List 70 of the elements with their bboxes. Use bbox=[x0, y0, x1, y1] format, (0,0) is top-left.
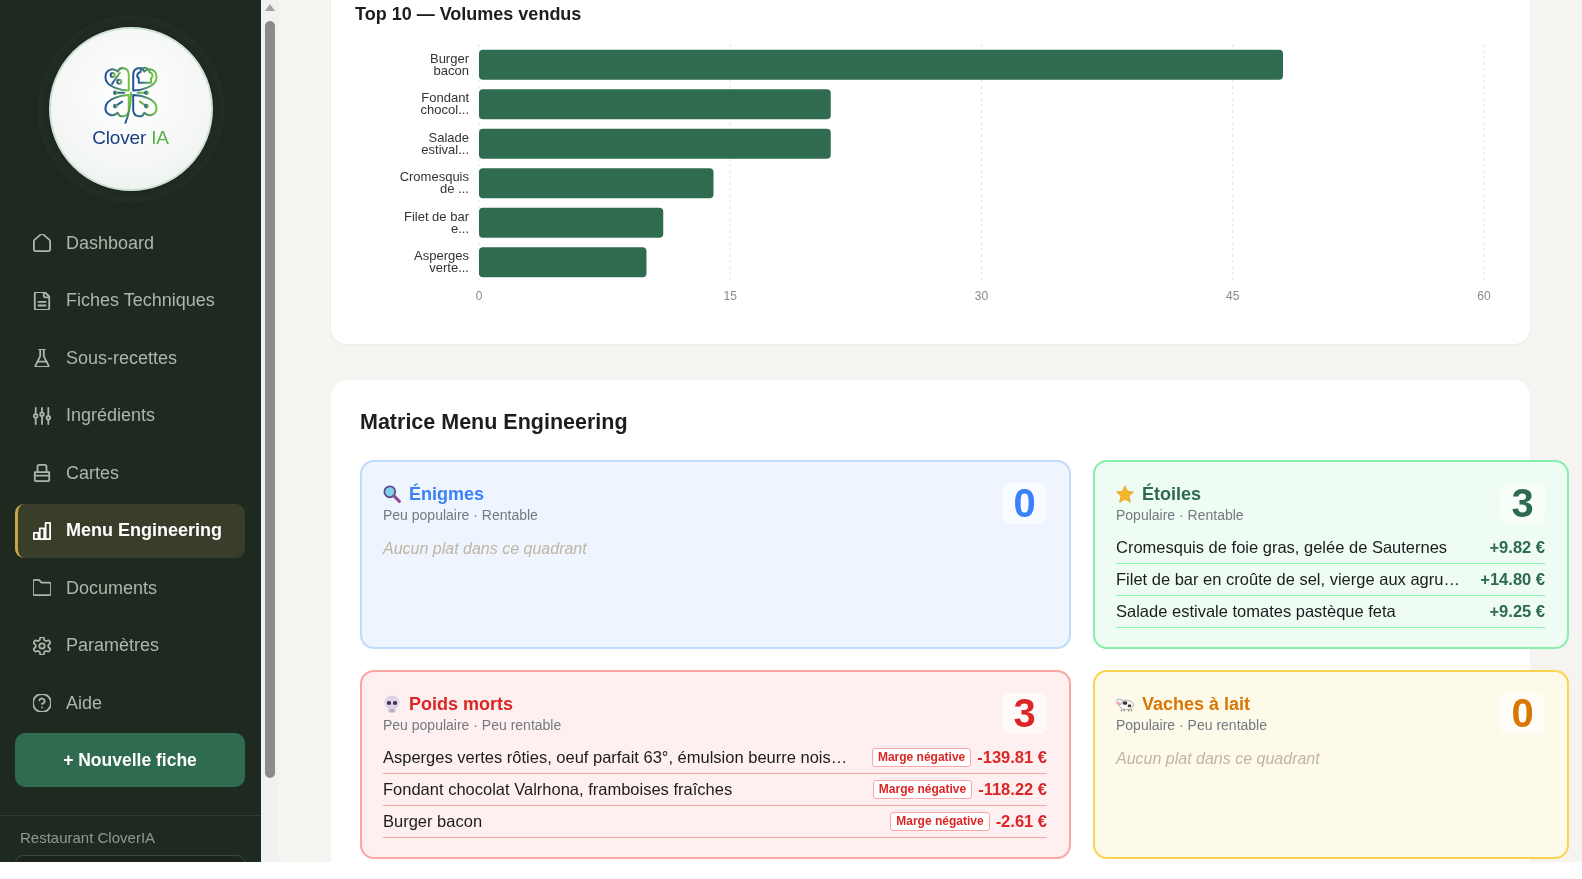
quadrant-title: Énigmes bbox=[409, 482, 485, 506]
bar-label: Cromesquis de ... bbox=[398, 171, 469, 196]
magnifier-icon bbox=[383, 485, 401, 503]
nav-item[interactable]: Dashboard bbox=[15, 216, 245, 270]
quadrant-title: Étoiles bbox=[1142, 482, 1202, 506]
warning-tag: Marge négative bbox=[872, 780, 973, 799]
warning-tag: Marge négative bbox=[871, 748, 972, 767]
warning-tag: Marge négative bbox=[890, 812, 990, 831]
box-icon bbox=[33, 464, 51, 482]
nav-item[interactable]: Sous-recettes bbox=[15, 331, 245, 385]
dish-name: Burger bacon bbox=[383, 812, 483, 831]
quadrant-count: 0 bbox=[1002, 483, 1047, 524]
margin-value: +9.25 € bbox=[1489, 602, 1545, 621]
tick-label: 45 bbox=[1226, 289, 1240, 303]
empty-message: Aucun plat dans ce quadrant bbox=[1116, 750, 1321, 768]
dish-name: Cromesquis de foie gras, gelée de Sauternes bbox=[1116, 538, 1448, 557]
quadrant-title: Vaches à lait bbox=[1142, 693, 1251, 716]
folder-icon bbox=[33, 579, 51, 597]
flask-icon bbox=[33, 349, 51, 367]
margin-value: +9.82 € bbox=[1489, 538, 1545, 557]
bar-label: Burger bacon bbox=[428, 52, 469, 77]
scrollbar-thumb[interactable] bbox=[264, 21, 275, 778]
dish-name: Filet de bar en croûte de sel, vierge aux agru… bbox=[1116, 570, 1460, 589]
bar-label: Asperges verte... bbox=[413, 250, 469, 275]
quadrant-count: 3 bbox=[1002, 693, 1047, 734]
new-sheet-button[interactable]: + Nouvelle fiche bbox=[15, 733, 245, 787]
clover-logo-icon bbox=[102, 65, 159, 125]
bar-label: Filet de bar e... bbox=[402, 210, 469, 235]
scroll-up-icon[interactable] bbox=[264, 4, 275, 11]
margin-value: -2.61 € bbox=[995, 812, 1047, 831]
sliders-icon bbox=[33, 406, 51, 425]
restaurant-name: Restaurant CloverIA bbox=[20, 829, 156, 847]
margin-value: -118.22 € bbox=[978, 780, 1047, 799]
star-icon bbox=[1116, 485, 1134, 503]
nav-item[interactable]: Cartes bbox=[15, 446, 245, 500]
cow-icon bbox=[1116, 695, 1134, 713]
bar-chart-icon bbox=[33, 521, 51, 540]
tick-label: 60 bbox=[1477, 289, 1491, 303]
quadrant-subtitle: Peu populaire · Rentable bbox=[383, 506, 538, 524]
bar-label: Salade estival... bbox=[420, 131, 469, 156]
tick-label: 15 bbox=[723, 289, 737, 303]
document-icon bbox=[33, 291, 51, 310]
nav-item[interactable]: Fiches Techniques bbox=[15, 273, 245, 328]
nav-item[interactable]: Paramètres bbox=[15, 618, 245, 673]
skull-icon bbox=[383, 695, 401, 713]
logo-wordmark: Clover IA bbox=[92, 127, 169, 149]
quadrant-subtitle: Populaire · Peu rentable bbox=[1116, 716, 1267, 734]
dish-name: Asperges vertes rôties, oeuf parfait 63°, émulsion beurre nois… bbox=[383, 748, 848, 767]
help-icon bbox=[33, 694, 51, 712]
home-icon bbox=[33, 234, 51, 252]
dish-name: Salade estivale tomates pastèque feta bbox=[1116, 602, 1396, 621]
quadrant-subtitle: Peu populaire · Peu rentable bbox=[383, 716, 562, 734]
section-title: Matrice Menu Engineering bbox=[360, 409, 629, 435]
tick-label: 0 bbox=[475, 289, 483, 303]
quadrant-count: 0 bbox=[1500, 693, 1545, 734]
quadrant-count: 3 bbox=[1500, 483, 1545, 524]
empty-message: Aucun plat dans ce quadrant bbox=[383, 540, 588, 558]
nav-item[interactable]: Aide bbox=[15, 676, 245, 730]
settings-icon bbox=[33, 636, 51, 655]
tick-label: 30 bbox=[974, 289, 989, 303]
chart-title: Top 10 — Volumes vendus bbox=[355, 4, 583, 24]
bar-label: Fondant chocol... bbox=[419, 92, 469, 117]
nav-item[interactable]: Menu Engineering bbox=[15, 503, 245, 558]
margin-value: +14.80 € bbox=[1480, 570, 1545, 589]
quadrant-subtitle: Populaire · Rentable bbox=[1116, 506, 1244, 524]
margin-value: -139.81 € bbox=[977, 748, 1047, 767]
quadrant-title: Poids morts bbox=[409, 693, 514, 716]
dish-name: Fondant chocolat Valrhona, framboises fraîches bbox=[383, 780, 733, 799]
nav-item[interactable]: Ingrédients bbox=[15, 388, 245, 443]
nav-item[interactable]: Documents bbox=[15, 561, 245, 615]
